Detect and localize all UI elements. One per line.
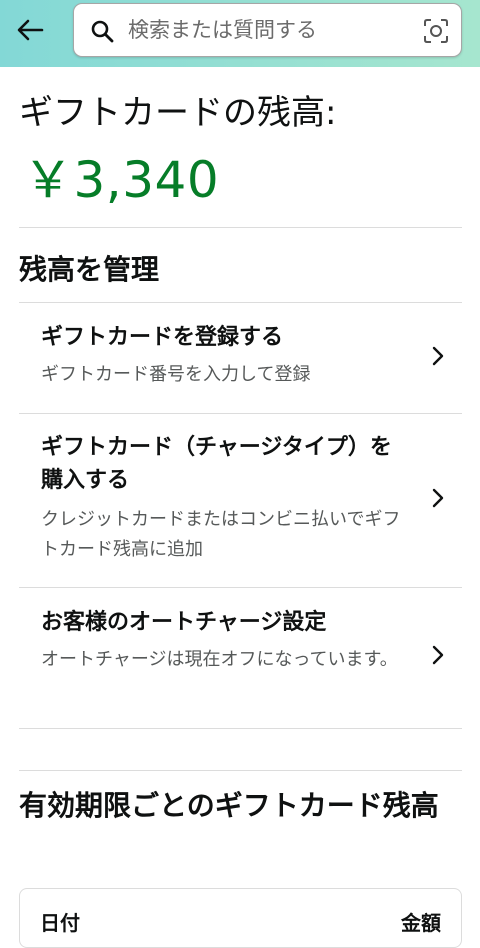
menu-item-subtitle: オートチャージは現在オフになっています。 (41, 649, 398, 670)
search-input[interactable] (128, 13, 408, 47)
table-header-date: 日付 (40, 911, 80, 935)
menu-item-subtitle: ギフトカード番号を入力して登録 (41, 364, 311, 385)
divider (19, 227, 462, 228)
buy-charge-gift-card-item[interactable]: ギフトカード（チャージタイプ）を購入する クレジットカードまたはコンビニ払いでギ… (19, 414, 462, 587)
balance-label: ギフトカードの残高: (19, 93, 337, 133)
search-box[interactable] (73, 3, 462, 57)
back-button[interactable] (12, 12, 48, 48)
divider (19, 728, 462, 729)
menu-item-title: ギフトカードを登録する (41, 325, 284, 350)
chevron-right-icon (432, 346, 444, 366)
chevron-right-icon (432, 488, 444, 508)
table-header-amount: 金額 (401, 911, 441, 935)
arrow-left-icon (17, 19, 44, 41)
search-icon (91, 20, 114, 43)
expiry-table: 日付 金額 (19, 888, 462, 948)
manage-section-title: 残高を管理 (19, 253, 160, 286)
auto-charge-settings-item[interactable]: お客様のオートチャージ設定 オートチャージは現在オフになっています。 (19, 588, 462, 728)
chevron-right-icon (432, 645, 444, 665)
top-bar (0, 0, 480, 67)
menu-item-subtitle: クレジットカードまたはコンビニ払いでギフトカード残高に追加 (41, 509, 401, 560)
menu-item-title: お客様のオートチャージ設定 (41, 610, 327, 635)
register-gift-card-item[interactable]: ギフトカードを登録する ギフトカード番号を入力して登録 (19, 303, 462, 413)
menu-item-title: ギフトカード（チャージタイプ）を購入する (41, 435, 392, 493)
camera-scan-icon[interactable] (422, 17, 450, 45)
divider (19, 770, 462, 771)
balance-amount: ￥3,340 (23, 151, 220, 209)
expiry-section-title: 有効期限ごとのギフトカード残高 (19, 789, 439, 822)
